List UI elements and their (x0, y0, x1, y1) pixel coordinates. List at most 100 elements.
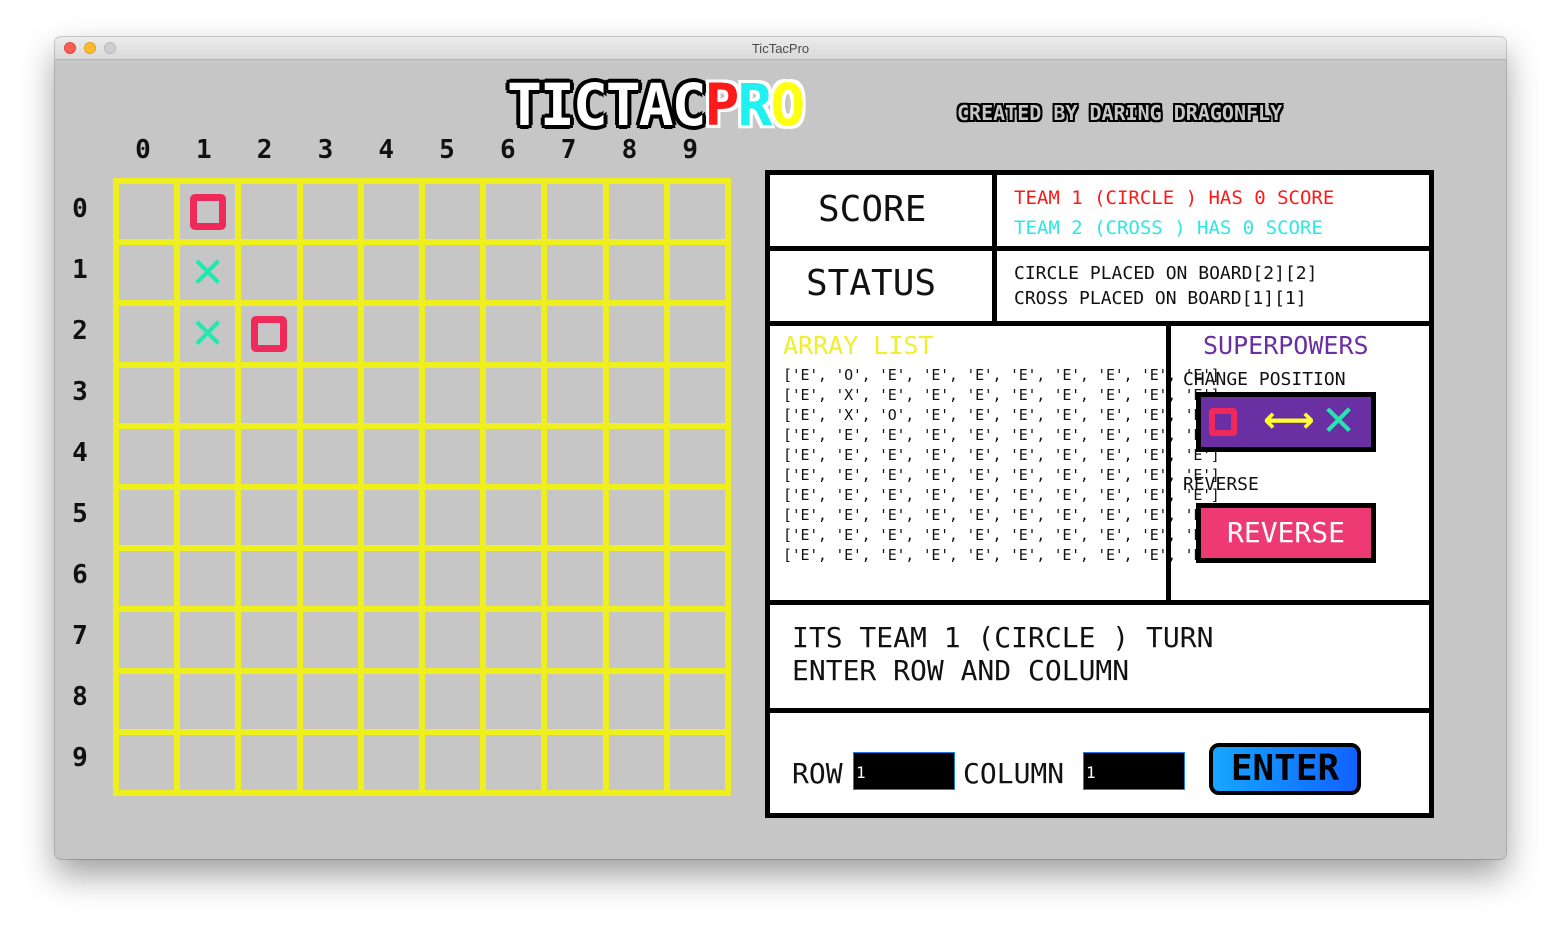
board-cell[interactable] (669, 184, 725, 240)
board-cell[interactable] (425, 306, 481, 362)
board-cell[interactable] (547, 428, 603, 484)
board-cell[interactable] (302, 490, 358, 546)
board-cell[interactable] (547, 673, 603, 729)
board-cell[interactable] (608, 245, 664, 301)
board-cell[interactable] (241, 428, 297, 484)
board-cell[interactable]: ✕ (180, 306, 236, 362)
board-cell[interactable] (669, 306, 725, 362)
board-cell[interactable] (302, 306, 358, 362)
board-cell[interactable] (180, 612, 236, 668)
board-cell[interactable] (241, 734, 297, 790)
board-cell[interactable] (608, 490, 664, 546)
board-cell[interactable] (486, 184, 542, 240)
board-cell[interactable] (486, 734, 542, 790)
board-cell[interactable] (425, 673, 481, 729)
board-cell[interactable] (425, 551, 481, 607)
board-cell[interactable] (241, 490, 297, 546)
board-cell[interactable] (180, 551, 236, 607)
board-cell[interactable] (241, 673, 297, 729)
board-cell[interactable] (241, 612, 297, 668)
board-cell[interactable] (302, 184, 358, 240)
board-cell[interactable] (608, 367, 664, 423)
board-cell[interactable] (425, 367, 481, 423)
board-cell[interactable] (425, 490, 481, 546)
board-cell[interactable] (547, 245, 603, 301)
board-cell[interactable] (547, 551, 603, 607)
board-cell[interactable] (669, 367, 725, 423)
board-cell[interactable] (119, 184, 175, 240)
board-cell[interactable] (425, 612, 481, 668)
enter-button[interactable]: ENTER (1209, 743, 1361, 795)
board-cell[interactable] (302, 367, 358, 423)
board-cell[interactable] (486, 612, 542, 668)
board-cell[interactable] (608, 551, 664, 607)
board-cell[interactable] (486, 673, 542, 729)
board-cell[interactable] (547, 184, 603, 240)
board-cell[interactable] (363, 428, 419, 484)
board-cell[interactable] (547, 734, 603, 790)
board-cell[interactable] (241, 551, 297, 607)
board-cell[interactable] (363, 673, 419, 729)
board-cell[interactable]: ✕ (180, 245, 236, 301)
board-cell[interactable] (180, 428, 236, 484)
board-cell[interactable] (363, 306, 419, 362)
board-cell[interactable] (119, 673, 175, 729)
board-cell[interactable] (180, 673, 236, 729)
board-cell[interactable] (302, 673, 358, 729)
board-cell[interactable] (547, 306, 603, 362)
board-cell[interactable] (608, 673, 664, 729)
change-position-button[interactable]: ⟷ ✕ (1196, 392, 1376, 452)
board-cell[interactable] (119, 734, 175, 790)
board-cell[interactable] (425, 734, 481, 790)
board-cell[interactable] (608, 612, 664, 668)
column-input[interactable]: 1 (1083, 752, 1185, 790)
board-cell[interactable] (302, 245, 358, 301)
board-cell[interactable] (608, 428, 664, 484)
board-cell[interactable] (669, 612, 725, 668)
board-cell[interactable] (363, 551, 419, 607)
board-cell[interactable] (669, 551, 725, 607)
row-input[interactable]: 1 (853, 752, 955, 790)
board-cell[interactable] (302, 551, 358, 607)
board-cell[interactable] (486, 551, 542, 607)
board-cell[interactable] (486, 245, 542, 301)
board-cell[interactable] (363, 245, 419, 301)
board-cell[interactable] (669, 428, 725, 484)
board-cell[interactable] (547, 612, 603, 668)
board-cell[interactable] (241, 367, 297, 423)
board-cell[interactable] (119, 551, 175, 607)
board-cell[interactable] (425, 184, 481, 240)
board-cell[interactable] (486, 367, 542, 423)
board-cell[interactable] (119, 490, 175, 546)
board-cell[interactable] (119, 306, 175, 362)
board-cell[interactable] (425, 428, 481, 484)
board-cell[interactable] (669, 245, 725, 301)
board-cell[interactable] (241, 306, 297, 362)
board-cell[interactable] (180, 184, 236, 240)
board-cell[interactable] (486, 490, 542, 546)
board-cell[interactable] (241, 245, 297, 301)
board-cell[interactable] (180, 367, 236, 423)
board-cell[interactable] (547, 490, 603, 546)
board-cell[interactable] (425, 245, 481, 301)
board-cell[interactable] (241, 184, 297, 240)
board-cell[interactable] (363, 490, 419, 546)
board-cell[interactable] (302, 612, 358, 668)
board-cell[interactable] (119, 367, 175, 423)
board-cell[interactable] (608, 306, 664, 362)
board-cell[interactable] (363, 184, 419, 240)
board-cell[interactable] (608, 184, 664, 240)
board-cell[interactable] (119, 245, 175, 301)
board-cell[interactable] (669, 734, 725, 790)
board-cell[interactable] (119, 428, 175, 484)
board-cell[interactable] (669, 673, 725, 729)
board-cell[interactable] (363, 612, 419, 668)
board-cell[interactable] (119, 612, 175, 668)
board-cell[interactable] (669, 490, 725, 546)
board-cell[interactable] (547, 367, 603, 423)
board-cell[interactable] (486, 428, 542, 484)
board-cell[interactable] (302, 734, 358, 790)
board-cell[interactable] (302, 428, 358, 484)
board-cell[interactable] (363, 734, 419, 790)
board-cell[interactable] (180, 734, 236, 790)
